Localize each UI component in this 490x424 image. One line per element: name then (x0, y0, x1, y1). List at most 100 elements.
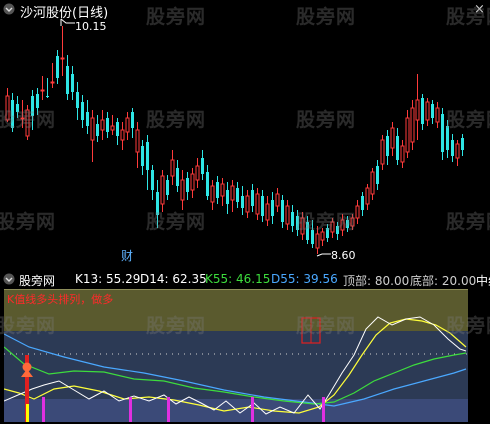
watermark-text: 股旁网 (446, 211, 490, 233)
watermark-text: 股旁网 (296, 211, 357, 233)
watermark-text: 股旁网 (146, 6, 207, 28)
candle-body (66, 66, 69, 94)
candle-body (40, 89, 45, 92)
candle-body (281, 200, 284, 222)
candle-body (50, 81, 55, 84)
candle-body (46, 96, 49, 97)
candle-body (265, 203, 270, 221)
candle-body (180, 179, 185, 201)
candle-body (455, 143, 460, 159)
watermark-text: 股旁网 (296, 109, 357, 131)
chart-title: 沙河股份(日线) (20, 6, 109, 21)
candle-body (90, 117, 95, 141)
candle-body (160, 175, 165, 205)
candle-body (431, 104, 434, 118)
candle-body (461, 138, 464, 150)
candle-body (131, 112, 134, 128)
signal-bar (322, 397, 325, 422)
bottom-level-value: 底部: 20.00 (410, 274, 477, 288)
candle-body (361, 196, 364, 210)
candle-body (106, 118, 109, 132)
candle-body (236, 188, 239, 202)
top-level-value: 顶部: 80.00 (343, 274, 410, 288)
candle-body (441, 114, 444, 152)
candle-body (400, 145, 405, 163)
candle-body (271, 200, 274, 216)
watermark-text: 股旁网 (296, 315, 357, 337)
candle-body (230, 185, 235, 201)
candle-body (355, 205, 360, 219)
candle-body (380, 139, 385, 165)
watermark-text: 股旁网 (146, 109, 207, 131)
candle-body (96, 124, 99, 136)
neutral-zone (4, 331, 468, 399)
candle-body (410, 107, 415, 143)
candle-body (451, 140, 454, 156)
watermark-text: 股旁网 (296, 6, 357, 28)
candle-body (125, 117, 130, 133)
d14-value: D14: 62.35 (140, 272, 207, 286)
candle-body (261, 196, 264, 216)
candle-body (86, 112, 89, 126)
indicator-panel[interactable] (4, 289, 468, 422)
candle-body (141, 146, 144, 166)
candle-body (186, 178, 189, 192)
candle-body (370, 171, 375, 195)
candle-body (315, 233, 320, 249)
watermark-text: 股旁网 (446, 6, 490, 28)
watermark-text: 股旁网 (446, 315, 490, 337)
candle-body (206, 172, 209, 196)
truncated-indicator-label: 中线 (476, 274, 490, 288)
financial-report-marker[interactable]: 财 (121, 247, 133, 264)
candle-body (170, 159, 175, 177)
candle-body (176, 168, 179, 186)
candle-body (76, 92, 79, 108)
candle-body (201, 158, 204, 174)
candle-body (245, 195, 250, 213)
collapse-icon[interactable] (3, 3, 15, 15)
candle-body (151, 170, 154, 190)
candle-body (60, 57, 65, 60)
oversold-zone (4, 399, 468, 422)
signal-bar (26, 404, 29, 422)
watermark-text: 股旁网 (0, 211, 57, 233)
candle-body (415, 99, 420, 121)
candle-body (425, 101, 430, 121)
candlestick-chart[interactable]: 10.15 8.60 (0, 0, 490, 270)
k13-value: K13: 55.29 (75, 272, 141, 286)
strategy-annotation: K值线多头排列，做多 (7, 293, 114, 306)
watermark-text: 股旁网 (146, 315, 207, 337)
candle-body (386, 136, 389, 156)
indicator-collapse-icon[interactable] (3, 273, 15, 285)
watermark-text: 股旁网 (446, 109, 490, 131)
candle-body (220, 183, 225, 197)
candle-body (216, 182, 219, 198)
candle-body (376, 166, 379, 184)
candle-body (81, 102, 84, 120)
candle-body (120, 129, 125, 141)
candle-body (255, 193, 260, 215)
candle-body (100, 119, 105, 131)
candle-body (396, 136, 399, 160)
candle-body (56, 56, 59, 78)
high-price-label: 10.15 (75, 20, 107, 33)
k55-value: K55: 46.15 (205, 272, 271, 286)
signal-bar (42, 397, 45, 422)
candle-body (110, 125, 115, 131)
candle-body (135, 129, 140, 153)
low-marker-arrow (316, 253, 331, 257)
candle-body (226, 190, 229, 204)
indicator-name[interactable]: 股旁网 (19, 272, 55, 289)
candle-body (285, 205, 290, 225)
candle-body (195, 165, 200, 181)
candle-body (275, 193, 280, 207)
watermark-text: 股旁网 (0, 109, 57, 131)
watermark-text: 股旁网 (146, 211, 207, 233)
candle-body (241, 196, 244, 208)
candle-body (435, 107, 440, 123)
candle-body (421, 98, 424, 124)
candle-body (71, 74, 74, 92)
candle-body (251, 190, 254, 206)
d55-value: D55: 39.56 (271, 272, 338, 286)
candle-body (166, 180, 169, 195)
